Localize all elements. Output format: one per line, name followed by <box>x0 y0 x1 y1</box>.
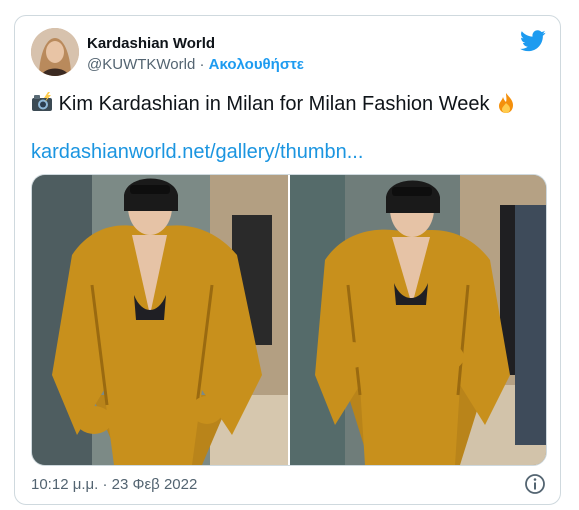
camera-with-flash-icon <box>32 92 52 111</box>
photo-left[interactable] <box>32 175 288 465</box>
fire-icon <box>499 93 514 113</box>
tweet-text: Kim Kardashian in Milan for Milan Fashio… <box>58 93 490 115</box>
author-handle-row: @KUWTKWorld · Ακολουθήστε <box>87 56 304 73</box>
avatar[interactable] <box>31 28 79 76</box>
author-name[interactable]: Kardashian World <box>87 35 215 52</box>
author-handle[interactable]: @KUWTKWorld <box>87 56 195 73</box>
tweet-timestamp[interactable]: 10:12 μ.μ. · 23 Φεβ 2022 <box>31 476 197 493</box>
handle-separator: · <box>199 56 205 73</box>
tweet-link[interactable]: kardashianworld.net/gallery/thumbn... <box>31 141 363 164</box>
tweet-card: Kardashian World @KUWTKWorld · Ακολουθήσ… <box>14 15 561 505</box>
follow-button[interactable]: Ακολουθήστε <box>209 56 304 73</box>
info-icon[interactable] <box>524 473 546 495</box>
photo-right[interactable] <box>290 175 546 465</box>
media-gallery <box>31 174 547 466</box>
tweet-text-row: Kim Kardashian in Milan for Milan Fashio… <box>31 92 517 116</box>
twitter-bird-icon[interactable] <box>520 30 546 52</box>
